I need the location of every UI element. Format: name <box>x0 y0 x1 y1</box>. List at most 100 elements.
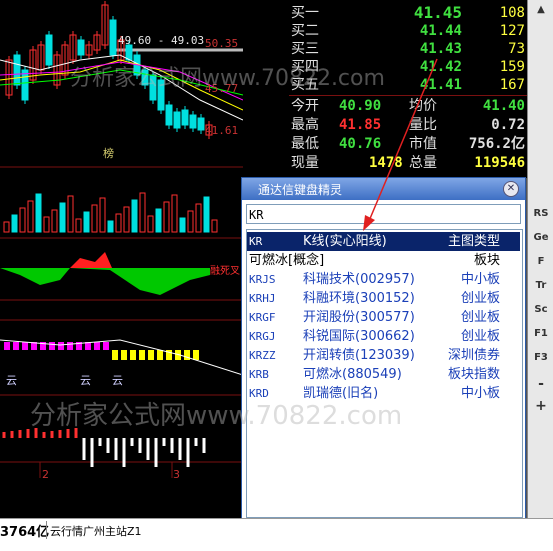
item-name: 科融环境(300152) <box>303 291 415 306</box>
status-server[interactable]: 云行情广州主站Z1 <box>50 523 142 539</box>
toolbar-f1-button[interactable]: F1 <box>528 328 553 339</box>
item-code: KRHJ <box>249 292 276 305</box>
signal-bar <box>103 342 109 350</box>
stat-value: 756.2亿 <box>468 136 525 152</box>
toolbar-plus-button[interactable]: + <box>528 398 553 414</box>
price-range-label: 49.60 - 49.03 <box>118 34 205 47</box>
bid-volume: 127 <box>499 23 525 39</box>
volume-bar <box>163 201 170 233</box>
list-item[interactable]: KRZZ 开润转债(123039) 深圳债券 <box>247 346 520 365</box>
item-name: 开润转债(123039) <box>303 348 415 363</box>
bid-price: 41.44 <box>419 23 462 39</box>
price-tick: 41.61 <box>205 124 239 137</box>
toolbar-rs-button[interactable]: RS <box>528 208 553 219</box>
bid-volume: 159 <box>499 59 525 75</box>
volume-bar <box>27 200 34 233</box>
bid-label: 买一 <box>291 5 319 21</box>
signal-bar <box>148 350 154 360</box>
signal-bar <box>22 342 28 350</box>
volume-bar <box>155 208 162 233</box>
signal-bar <box>112 350 118 360</box>
volume-bar <box>147 215 154 233</box>
list-item[interactable]: KRB 可燃冰(880549) 板块指数 <box>247 365 520 384</box>
volume-bar <box>211 219 218 233</box>
candle-body <box>21 69 29 101</box>
item-type: 中小板 <box>460 386 500 401</box>
right-toolbar: ▲ RS Ge F Tr Sc F1 F3 - + <box>527 0 553 518</box>
candle-body <box>45 34 53 66</box>
stat-value: 41.40 <box>482 98 525 114</box>
list-item[interactable]: KRGJ 科锐国际(300662) 创业板 <box>247 327 520 346</box>
volume-bar <box>99 197 106 233</box>
item-type: 板块 <box>473 253 500 268</box>
candle-body <box>165 104 173 126</box>
list-item[interactable]: KRGF 开润股份(300577) 创业板 <box>247 308 520 327</box>
price-tick: 50.35 <box>205 37 239 50</box>
cloud-label: 云 <box>6 374 17 387</box>
bid-label: 买二 <box>291 23 319 39</box>
item-name: 开润股份(300577) <box>303 310 415 325</box>
signal-bar <box>13 342 19 350</box>
volume-bar <box>83 211 90 233</box>
candle-body <box>181 109 189 126</box>
candle-body <box>109 19 117 56</box>
signal-bar <box>130 350 136 360</box>
toolbar-ge-button[interactable]: Ge <box>528 232 553 243</box>
item-code: KRGJ <box>249 330 276 343</box>
item-type: 板块指数 <box>447 367 500 382</box>
item-type: 深圳债券 <box>447 348 500 363</box>
volume-bar <box>11 214 18 233</box>
item-type: 创业板 <box>460 291 500 306</box>
cloud-label: 云 <box>80 374 91 387</box>
candle-body <box>77 39 85 56</box>
signal-bar <box>193 350 199 360</box>
candle-body <box>189 114 197 129</box>
result-list[interactable]: KR K线(实心阳线) 主图类型 可燃冰[概念] 板块 KRJS 科瑞技术(00… <box>246 229 523 518</box>
toolbar-minus-button[interactable]: - <box>528 376 553 392</box>
volume-bar <box>43 216 50 233</box>
item-code: KRJS <box>249 273 276 286</box>
volume-bar <box>67 195 74 233</box>
volume-bar <box>35 193 42 233</box>
toolbar-f-button[interactable]: F <box>528 256 553 267</box>
volume-bar <box>139 192 146 233</box>
volume-bar <box>75 218 82 233</box>
watermark-text: 分析家公式网www.70822.com <box>30 401 403 431</box>
list-item[interactable]: KRHJ 科融环境(300152) 创业板 <box>247 289 520 308</box>
bid-volume: 73 <box>508 41 525 57</box>
toolbar-tr-button[interactable]: Tr <box>528 280 553 291</box>
bid-volume: 167 <box>499 77 525 93</box>
stat-label: 今开 <box>291 98 319 114</box>
candle-body <box>173 111 181 129</box>
date-tick: 3 <box>173 468 180 481</box>
indicator-area <box>0 268 210 295</box>
volume-bar <box>115 213 122 233</box>
volume-bar <box>171 194 178 233</box>
item-code: KRB <box>249 368 269 381</box>
volume-bar <box>179 217 186 233</box>
bid-row: 买二 41.44 127 <box>289 22 527 40</box>
item-code: KR <box>249 235 263 248</box>
item-type: 主图类型 <box>447 234 500 249</box>
candle-body <box>125 44 133 61</box>
list-item[interactable]: KRJS 科瑞技术(002957) 中小板 <box>247 270 520 289</box>
toolbar-f3-button[interactable]: F3 <box>528 352 553 363</box>
volume-bar <box>195 203 202 233</box>
status-separator <box>46 521 47 539</box>
volume-bar <box>187 210 194 233</box>
item-name: 科瑞技术(002957) <box>303 272 415 287</box>
stat-value: 0.72 <box>491 117 525 133</box>
watermark-text: 分析家公式网www.70822.com <box>70 66 385 91</box>
stat-label: 现量 <box>291 155 319 171</box>
bid-label: 买三 <box>291 41 319 57</box>
toolbar-sc-button[interactable]: Sc <box>528 304 553 315</box>
date-tick: 2 <box>42 468 49 481</box>
signal-bar <box>184 350 190 360</box>
toolbar-top-icon[interactable]: ▲ <box>528 4 553 18</box>
close-icon[interactable]: ✕ <box>503 181 519 197</box>
volume-bar <box>59 202 66 233</box>
stat-value: 119546 <box>474 155 525 171</box>
signal-bar <box>49 342 55 350</box>
list-item[interactable]: 可燃冰[概念] 板块 <box>247 251 520 270</box>
item-name: 可燃冰(880549) <box>303 367 402 382</box>
